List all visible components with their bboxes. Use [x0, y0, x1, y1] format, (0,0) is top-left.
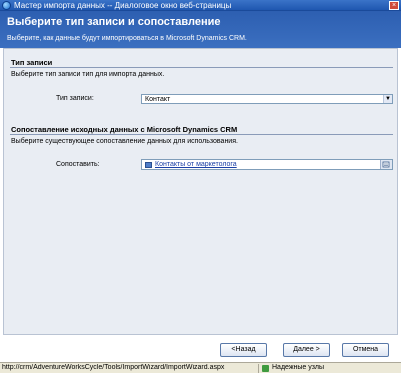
- window-title: Мастер импорта данных -- Диалоговое окно…: [14, 1, 232, 10]
- lookup-icon: [382, 161, 390, 168]
- record-type-label: Тип записи:: [56, 95, 94, 102]
- mapping-link[interactable]: Контакты от маркетолога: [155, 160, 237, 170]
- record-type-value: Контакт: [145, 96, 171, 103]
- record-type-section-title: Тип записи: [11, 58, 53, 67]
- wizard-content: Тип записи Выберите тип записи тип для и…: [3, 48, 398, 335]
- cancel-button[interactable]: Отмена: [342, 343, 389, 357]
- record-type-select[interactable]: Контакт ▼: [141, 94, 393, 104]
- section-divider: [10, 134, 393, 135]
- wizard-header: Выберите тип записи и сопоставление Выбе…: [0, 11, 401, 48]
- close-icon[interactable]: ×: [389, 1, 399, 10]
- mapping-lookup[interactable]: Контакты от маркетолога: [141, 159, 393, 170]
- mapping-label: Сопоставить:: [56, 161, 100, 168]
- back-button[interactable]: <Назад: [220, 343, 267, 357]
- mapping-description: Выберите существующее сопоставление данн…: [11, 138, 238, 145]
- page-title: Выберите тип записи и сопоставление: [7, 16, 221, 28]
- status-bar: http://crm/AdventureWorksCycle/Tools/Imp…: [0, 362, 401, 373]
- chevron-down-icon[interactable]: ▼: [383, 95, 392, 103]
- ie-icon: [2, 1, 11, 10]
- status-separator: [258, 364, 259, 373]
- next-button[interactable]: Далее >: [283, 343, 330, 357]
- record-type-description: Выберите тип записи тип для импорта данн…: [11, 71, 165, 78]
- security-zone: Надежные узлы: [272, 364, 325, 371]
- status-url: http://crm/AdventureWorksCycle/Tools/Imp…: [2, 364, 225, 371]
- trusted-zone-icon: [262, 365, 269, 372]
- section-divider: [10, 67, 393, 68]
- mapping-section-title: Сопоставление исходных данных с Microsof…: [11, 125, 238, 134]
- data-map-icon: [145, 162, 152, 168]
- lookup-button[interactable]: [380, 160, 392, 169]
- window-titlebar: Мастер импорта данных -- Диалоговое окно…: [0, 0, 401, 11]
- page-subtitle: Выберите, как данные будут импортировать…: [7, 35, 247, 42]
